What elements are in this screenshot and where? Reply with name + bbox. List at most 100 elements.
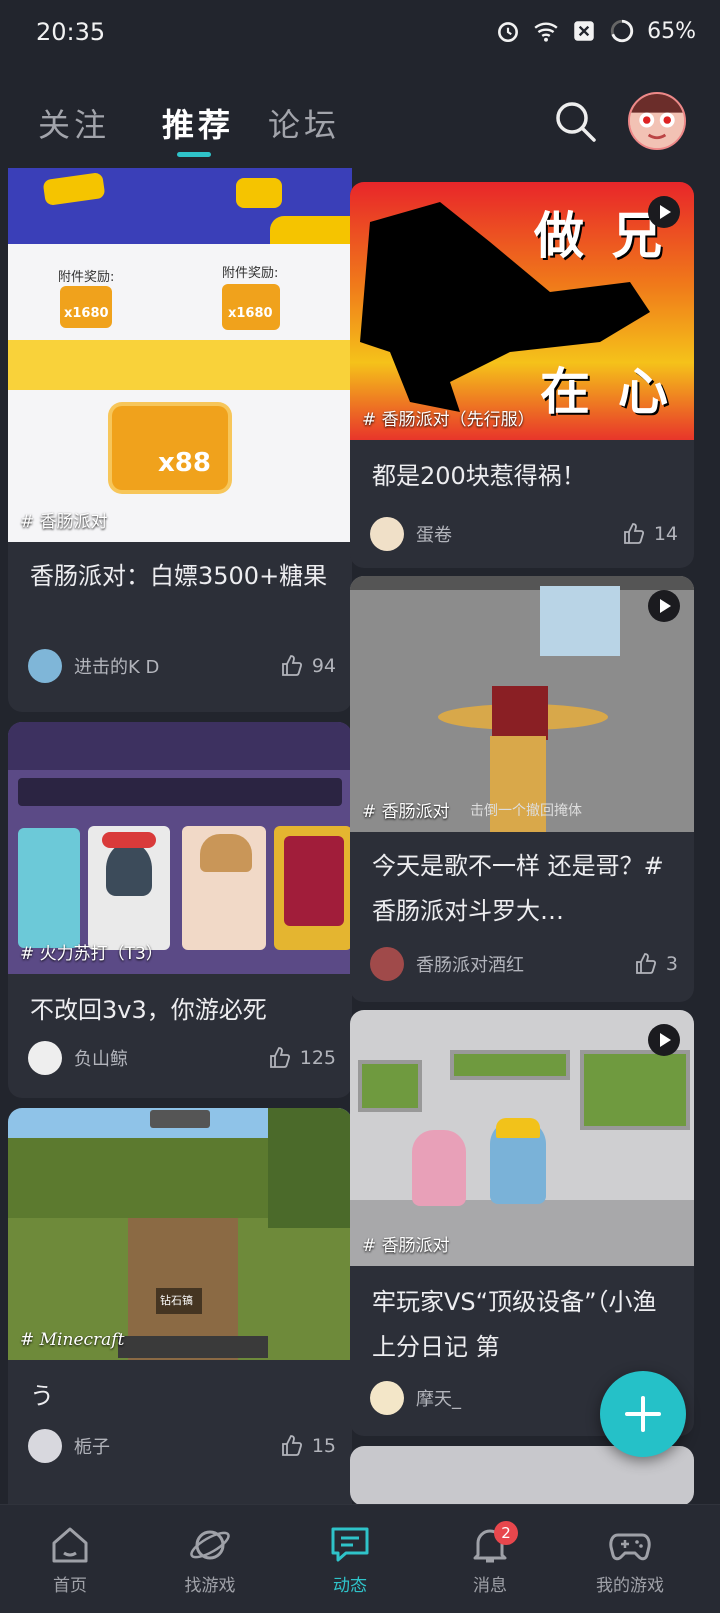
post-thumbnail[interactable]: # 香肠派对: [350, 1010, 694, 1266]
like-button[interactable]: 14: [622, 522, 678, 546]
play-icon[interactable]: [648, 1024, 680, 1056]
post-meta: 栀子 15: [28, 1428, 336, 1464]
candy-amount: x88: [158, 448, 211, 478]
post-thumbnail[interactable]: 做 兄 在 心 # 香肠派对（先行服）: [350, 182, 694, 440]
search-icon[interactable]: [552, 98, 600, 146]
author-name[interactable]: 摩天_: [416, 1385, 461, 1411]
post-tag[interactable]: # 香肠派对（先行服）: [362, 405, 535, 430]
nav-label: 消息: [473, 1576, 507, 1596]
post-tag[interactable]: # 火力苏打（T3）: [20, 939, 163, 964]
like-count: 15: [311, 1435, 336, 1457]
post-tag[interactable]: # 香肠派对: [362, 1231, 450, 1256]
play-icon[interactable]: [648, 196, 680, 228]
no-sim-icon: [574, 21, 594, 41]
like-button[interactable]: 94: [280, 654, 336, 678]
post-card[interactable]: 钻石镐 # Minecraft う 栀子 15: [8, 1108, 352, 1528]
post-thumbnail[interactable]: 钻石镐 # Minecraft: [8, 1108, 352, 1360]
hud-label: 钻石镐: [160, 1294, 193, 1307]
post-title[interactable]: 不改回3v3，你游必死: [30, 988, 336, 1033]
thumbs-up-icon: [281, 1435, 302, 1456]
thumbs-up-icon: [636, 953, 656, 974]
post-meta: 负山鲸 125: [28, 1040, 336, 1076]
play-icon[interactable]: [648, 590, 680, 622]
post-meta: 进击的K D 94: [28, 648, 336, 684]
post-title[interactable]: 牢玩家VS“顶级设备”（小渔上分日记 第: [372, 1280, 678, 1370]
post-meta: 蛋卷 14: [370, 516, 678, 552]
author-name[interactable]: 进击的K D: [74, 653, 159, 679]
message-icon: [331, 1527, 369, 1562]
thumbs-up-icon: [269, 1047, 290, 1068]
coin-strip: [8, 340, 352, 390]
post-title[interactable]: 香肠派对：白嫖3500+糖果: [30, 554, 336, 599]
top-header: 关注 推荐 论坛: [0, 86, 720, 176]
battery-ring-icon: [610, 19, 634, 43]
post-tag[interactable]: # 香肠派对: [20, 507, 108, 532]
post-tag[interactable]: # Minecraft: [20, 1330, 124, 1350]
battery-percent: 65%: [647, 18, 696, 44]
nav-label: 找游戏: [184, 1576, 236, 1596]
author-avatar[interactable]: [370, 517, 404, 551]
nav-home[interactable]: 首页: [10, 1525, 130, 1596]
like-button[interactable]: 15: [280, 1434, 336, 1458]
nav-my-games[interactable]: 我的游戏: [570, 1525, 690, 1596]
post-card[interactable]: # 香肠派对 击倒一个撤回掩体 今天是歌不一样 还是哥？#香肠派对斗罗大… 香肠…: [350, 576, 694, 1002]
tab-following[interactable]: 关注: [38, 100, 110, 146]
author-avatar[interactable]: [28, 649, 62, 683]
post-thumbnail[interactable]: # 香肠派对 击倒一个撤回掩体: [350, 576, 694, 832]
like-count: 94: [311, 655, 336, 677]
status-bar: 20:35 65%: [0, 0, 720, 64]
nav-messages[interactable]: 2 消息: [430, 1521, 550, 1596]
like-count: 14: [653, 523, 678, 545]
post-card[interactable]: 做 兄 在 心 # 香肠派对（先行服） 都是200块惹得祸！ 蛋卷 14: [350, 182, 694, 568]
post-card[interactable]: 附件奖励: 附件奖励: x1680 x1680 x88 # 香肠派对 香肠派对：…: [8, 168, 352, 712]
create-post-button[interactable]: [600, 1371, 686, 1457]
reward-label: 附件奖励:: [222, 266, 279, 281]
wifi-icon: [534, 22, 558, 42]
author-avatar[interactable]: [370, 1381, 404, 1415]
author-avatar[interactable]: [370, 947, 404, 981]
gamepad-icon: [609, 1533, 651, 1561]
reward-amount: x1680: [64, 306, 109, 321]
like-count: 3: [665, 953, 678, 975]
author-avatar[interactable]: [28, 1429, 62, 1463]
notification-badge: 2: [494, 1521, 518, 1545]
like-button[interactable]: 3: [634, 952, 678, 976]
planet-icon: [190, 1530, 230, 1560]
author-avatar[interactable]: [28, 1041, 62, 1075]
post-tag[interactable]: # 香肠派对: [362, 797, 450, 822]
user-avatar[interactable]: [628, 92, 686, 150]
post-title[interactable]: う: [30, 1374, 336, 1419]
nav-label: 动态: [333, 1576, 367, 1596]
image-text: 做: [534, 207, 584, 265]
image-text: 心: [618, 363, 668, 421]
tab-forum[interactable]: 论坛: [268, 100, 340, 146]
reward-label: 附件奖励:: [58, 270, 115, 285]
active-tab-indicator: [177, 152, 211, 157]
status-icons: 65%: [495, 18, 696, 44]
author-name[interactable]: 负山鲸: [74, 1045, 128, 1071]
nav-label: 首页: [53, 1576, 87, 1596]
post-thumbnail[interactable]: 附件奖励: 附件奖励: x1680 x1680 x88 # 香肠派对: [8, 168, 352, 542]
post-card[interactable]: # 火力苏打（T3） 不改回3v3，你游必死 负山鲸 125: [8, 722, 352, 1098]
author-name[interactable]: 栀子: [74, 1433, 110, 1459]
author-name[interactable]: 香肠派对酒红: [416, 951, 524, 977]
post-title[interactable]: 今天是歌不一样 还是哥？#香肠派对斗罗大…: [372, 844, 678, 934]
author-name[interactable]: 蛋卷: [416, 521, 452, 547]
tab-recommended[interactable]: 推荐: [162, 100, 234, 146]
thumbs-up-icon: [623, 523, 644, 544]
post-thumbnail[interactable]: # 火力苏打（T3）: [8, 722, 352, 974]
like-count: 125: [299, 1047, 336, 1069]
like-button[interactable]: 125: [268, 1046, 336, 1070]
nav-label: 我的游戏: [596, 1576, 664, 1596]
post-title[interactable]: 都是200块惹得祸！: [372, 454, 678, 499]
status-time: 20:35: [36, 18, 106, 46]
video-subtag: 击倒一个撤回掩体: [470, 803, 582, 819]
nav-feed[interactable]: 动态: [290, 1525, 410, 1596]
alarm-icon: [498, 22, 519, 43]
nav-find-games[interactable]: 找游戏: [150, 1525, 270, 1596]
bottom-nav: 首页 找游戏 动态 2 消息 我的游戏: [0, 1504, 720, 1613]
reward-amount: x1680: [228, 306, 273, 321]
thumbs-up-icon: [281, 655, 302, 676]
image-text: 在: [540, 363, 590, 421]
post-meta: 香肠派对酒红 3: [370, 946, 678, 982]
